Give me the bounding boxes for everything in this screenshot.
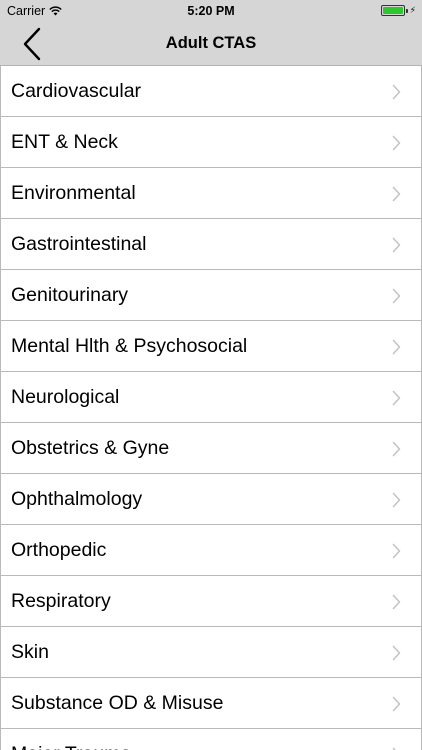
- page-title: Adult CTAS: [165, 34, 257, 52]
- list-item-label: Gastrointestinal: [11, 232, 147, 255]
- chevron-right-icon: [392, 135, 401, 151]
- charging-bolt-icon: ⚡: [409, 5, 416, 15]
- list-item[interactable]: Substance OD & Misuse: [0, 678, 422, 729]
- list-item[interactable]: ENT & Neck: [0, 117, 422, 168]
- chevron-right-icon: [392, 288, 401, 304]
- battery-tip: [405, 8, 408, 13]
- list-item[interactable]: Major Trauma: [0, 729, 422, 750]
- list-item-label: Neurological: [11, 385, 120, 408]
- navigation-bar: Adult CTAS: [0, 22, 422, 66]
- list-item[interactable]: Ophthalmology: [0, 474, 422, 525]
- chevron-right-icon: [392, 84, 401, 100]
- chevron-right-icon: [392, 186, 401, 202]
- status-bar: Carrier 5:20 PM ⚡: [0, 0, 422, 22]
- list-item[interactable]: Skin: [0, 627, 422, 678]
- chevron-right-icon: [392, 492, 401, 508]
- chevron-right-icon: [392, 696, 401, 712]
- chevron-right-icon: [392, 594, 401, 610]
- list-item[interactable]: Neurological: [0, 372, 422, 423]
- list-item[interactable]: Orthopedic: [0, 525, 422, 576]
- battery-indicator: ⚡: [380, 5, 416, 16]
- chevron-right-icon: [392, 390, 401, 406]
- list-item[interactable]: Obstetrics & Gyne: [0, 423, 422, 474]
- battery-icon: [380, 5, 405, 16]
- list-item[interactable]: Environmental: [0, 168, 422, 219]
- list-item-label: Orthopedic: [11, 538, 107, 561]
- category-list: Cardiovascular ENT & Neck Environmental Gas…: [0, 66, 422, 750]
- list-item-label: Respiratory: [11, 589, 111, 612]
- list-item-label: Substance OD & Misuse: [11, 691, 224, 714]
- chevron-right-icon: [392, 237, 401, 253]
- list-item-label: Cardiovascular: [11, 79, 142, 102]
- list-item[interactable]: Respiratory: [0, 576, 422, 627]
- list-item-label: Skin: [11, 640, 49, 663]
- list-item[interactable]: Gastrointestinal: [0, 219, 422, 270]
- clock: 5:20 PM: [187, 4, 235, 18]
- list-item-label: ENT & Neck: [11, 130, 118, 153]
- list-item-label: Mental Hlth & Psychosocial: [11, 334, 248, 357]
- header: Carrier 5:20 PM ⚡ Adult CTAS: [0, 0, 422, 66]
- list-item-label: Genitourinary: [11, 283, 129, 306]
- list-item[interactable]: Mental Hlth & Psychosocial: [0, 321, 422, 372]
- chevron-right-icon: [392, 339, 401, 355]
- list-item[interactable]: Genitourinary: [0, 270, 422, 321]
- battery-fill: [382, 7, 403, 14]
- chevron-right-icon: [392, 543, 401, 559]
- list-item-label: Environmental: [11, 181, 136, 204]
- list-item-label: Ophthalmology: [11, 487, 143, 510]
- list-item[interactable]: Cardiovascular: [0, 66, 422, 117]
- chevron-right-icon: [392, 441, 401, 457]
- chevron-right-icon: [392, 645, 401, 661]
- list-item-label: Major Trauma: [11, 743, 131, 750]
- list-item-label: Obstetrics & Gyne: [11, 436, 170, 459]
